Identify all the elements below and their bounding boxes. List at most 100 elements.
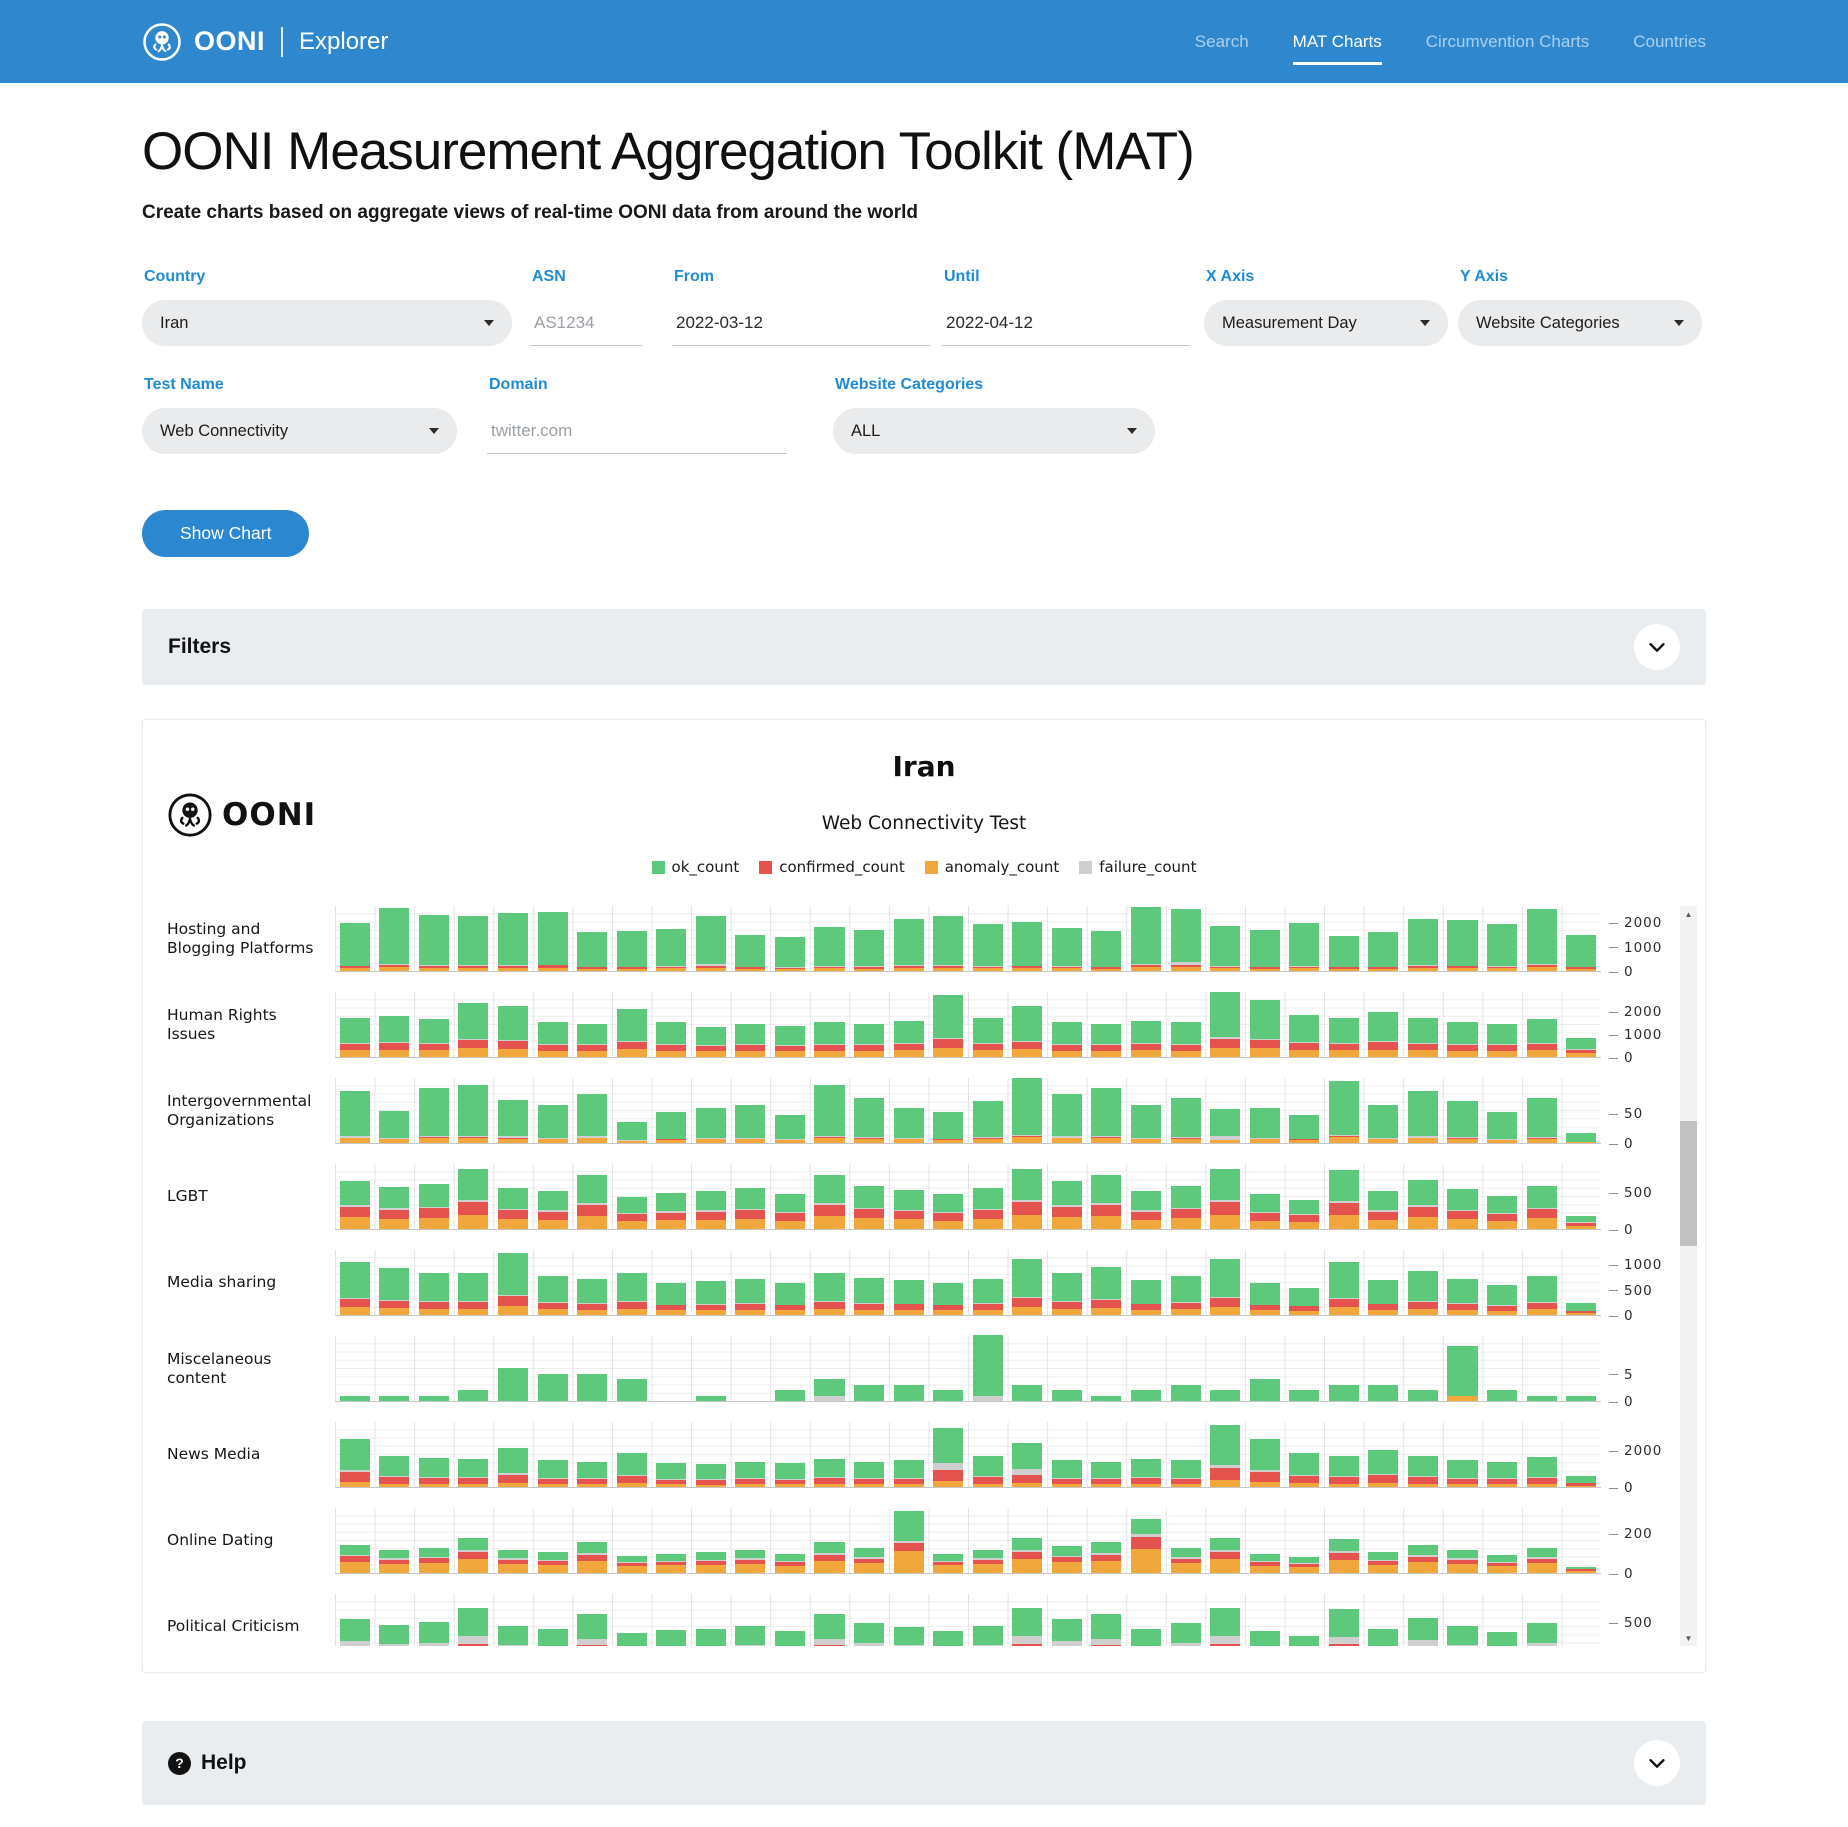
bar[interactable] [1285, 1164, 1325, 1229]
bar[interactable] [533, 1594, 573, 1646]
bar[interactable] [1205, 1078, 1245, 1143]
bar[interactable] [691, 1422, 731, 1487]
bar[interactable] [1047, 992, 1087, 1057]
bar[interactable] [1245, 1594, 1285, 1646]
ooni-explorer-logo[interactable]: OONI Explorer [142, 22, 388, 62]
bar[interactable] [1166, 1422, 1206, 1487]
bar[interactable] [1166, 1078, 1206, 1143]
bar[interactable] [928, 992, 968, 1057]
bar[interactable] [770, 1078, 810, 1143]
bar[interactable] [1285, 1508, 1325, 1573]
bar[interactable] [731, 992, 771, 1057]
bar[interactable] [1324, 992, 1364, 1057]
bar[interactable] [1245, 1164, 1285, 1229]
bar[interactable] [1126, 906, 1166, 971]
bar[interactable] [375, 1508, 415, 1573]
bar[interactable] [1285, 906, 1325, 971]
bar[interactable] [572, 1164, 612, 1229]
bar[interactable] [335, 1594, 375, 1646]
bar[interactable] [533, 1250, 573, 1315]
bar[interactable] [968, 1336, 1008, 1401]
bar[interactable] [691, 1508, 731, 1573]
bar[interactable] [1522, 992, 1562, 1057]
bar[interactable] [1087, 906, 1127, 971]
bar[interactable] [652, 1336, 692, 1401]
bar[interactable] [1403, 1250, 1443, 1315]
bar[interactable] [691, 1078, 731, 1143]
bar[interactable] [1047, 1594, 1087, 1646]
bar[interactable] [493, 1594, 533, 1646]
bar[interactable] [810, 1164, 850, 1229]
bar[interactable] [1364, 1508, 1404, 1573]
bar[interactable] [493, 992, 533, 1057]
bar[interactable] [335, 1508, 375, 1573]
scrollbar-thumb[interactable] [1680, 1121, 1697, 1247]
bar[interactable] [1126, 1250, 1166, 1315]
bar[interactable] [414, 1336, 454, 1401]
bar[interactable] [968, 1594, 1008, 1646]
bar[interactable] [968, 1422, 1008, 1487]
bar[interactable] [849, 1078, 889, 1143]
bar[interactable] [1324, 1078, 1364, 1143]
bar[interactable] [414, 1250, 454, 1315]
bar[interactable] [572, 1250, 612, 1315]
bar[interactable] [1364, 906, 1404, 971]
bar[interactable] [770, 992, 810, 1057]
bar[interactable] [1087, 1422, 1127, 1487]
bar[interactable] [1285, 1422, 1325, 1487]
bar[interactable] [1245, 1422, 1285, 1487]
bar[interactable] [889, 1078, 929, 1143]
bar[interactable] [1561, 1594, 1601, 1646]
bar[interactable] [691, 1164, 731, 1229]
bar[interactable] [810, 906, 850, 971]
bar[interactable] [770, 1422, 810, 1487]
bar[interactable] [1561, 906, 1601, 971]
bar[interactable] [454, 1594, 494, 1646]
nav-link-circumvention-charts[interactable]: Circumvention Charts [1426, 0, 1589, 83]
bar[interactable] [533, 1422, 573, 1487]
bar[interactable] [1285, 992, 1325, 1057]
bar[interactable] [1126, 1336, 1166, 1401]
bar[interactable] [572, 1422, 612, 1487]
bar[interactable] [928, 1422, 968, 1487]
bar[interactable] [810, 1336, 850, 1401]
bar[interactable] [1403, 1594, 1443, 1646]
bar[interactable] [1403, 1508, 1443, 1573]
bar[interactable] [1166, 992, 1206, 1057]
bar[interactable] [810, 1422, 850, 1487]
bar[interactable] [889, 906, 929, 971]
bar[interactable] [691, 1250, 731, 1315]
bar[interactable] [1205, 1250, 1245, 1315]
bar[interactable] [1166, 1164, 1206, 1229]
bar[interactable] [335, 992, 375, 1057]
bar[interactable] [454, 1078, 494, 1143]
bar[interactable] [1047, 1336, 1087, 1401]
nav-link-countries[interactable]: Countries [1633, 0, 1706, 83]
bar[interactable] [1522, 1336, 1562, 1401]
bar[interactable] [1561, 992, 1601, 1057]
bar[interactable] [1047, 1508, 1087, 1573]
bar[interactable] [493, 1422, 533, 1487]
bar[interactable] [889, 1594, 929, 1646]
bar[interactable] [1324, 906, 1364, 971]
bar[interactable] [335, 1078, 375, 1143]
help-collapse-button[interactable] [1634, 1740, 1680, 1786]
bar[interactable] [1047, 906, 1087, 971]
bar[interactable] [1403, 1078, 1443, 1143]
bar[interactable] [1126, 1422, 1166, 1487]
bar[interactable] [533, 1508, 573, 1573]
bar[interactable] [533, 992, 573, 1057]
bar[interactable] [928, 1078, 968, 1143]
bar[interactable] [968, 992, 1008, 1057]
bar[interactable] [1008, 1164, 1048, 1229]
bar[interactable] [572, 906, 612, 971]
website-categories-select[interactable]: ALL [833, 408, 1155, 454]
bar[interactable] [691, 992, 731, 1057]
bar[interactable] [1443, 1594, 1483, 1646]
bar[interactable] [1561, 1508, 1601, 1573]
bar[interactable] [731, 1250, 771, 1315]
bar[interactable] [1126, 1594, 1166, 1646]
bar[interactable] [612, 1078, 652, 1143]
bar[interactable] [612, 992, 652, 1057]
bar[interactable] [1522, 1594, 1562, 1646]
